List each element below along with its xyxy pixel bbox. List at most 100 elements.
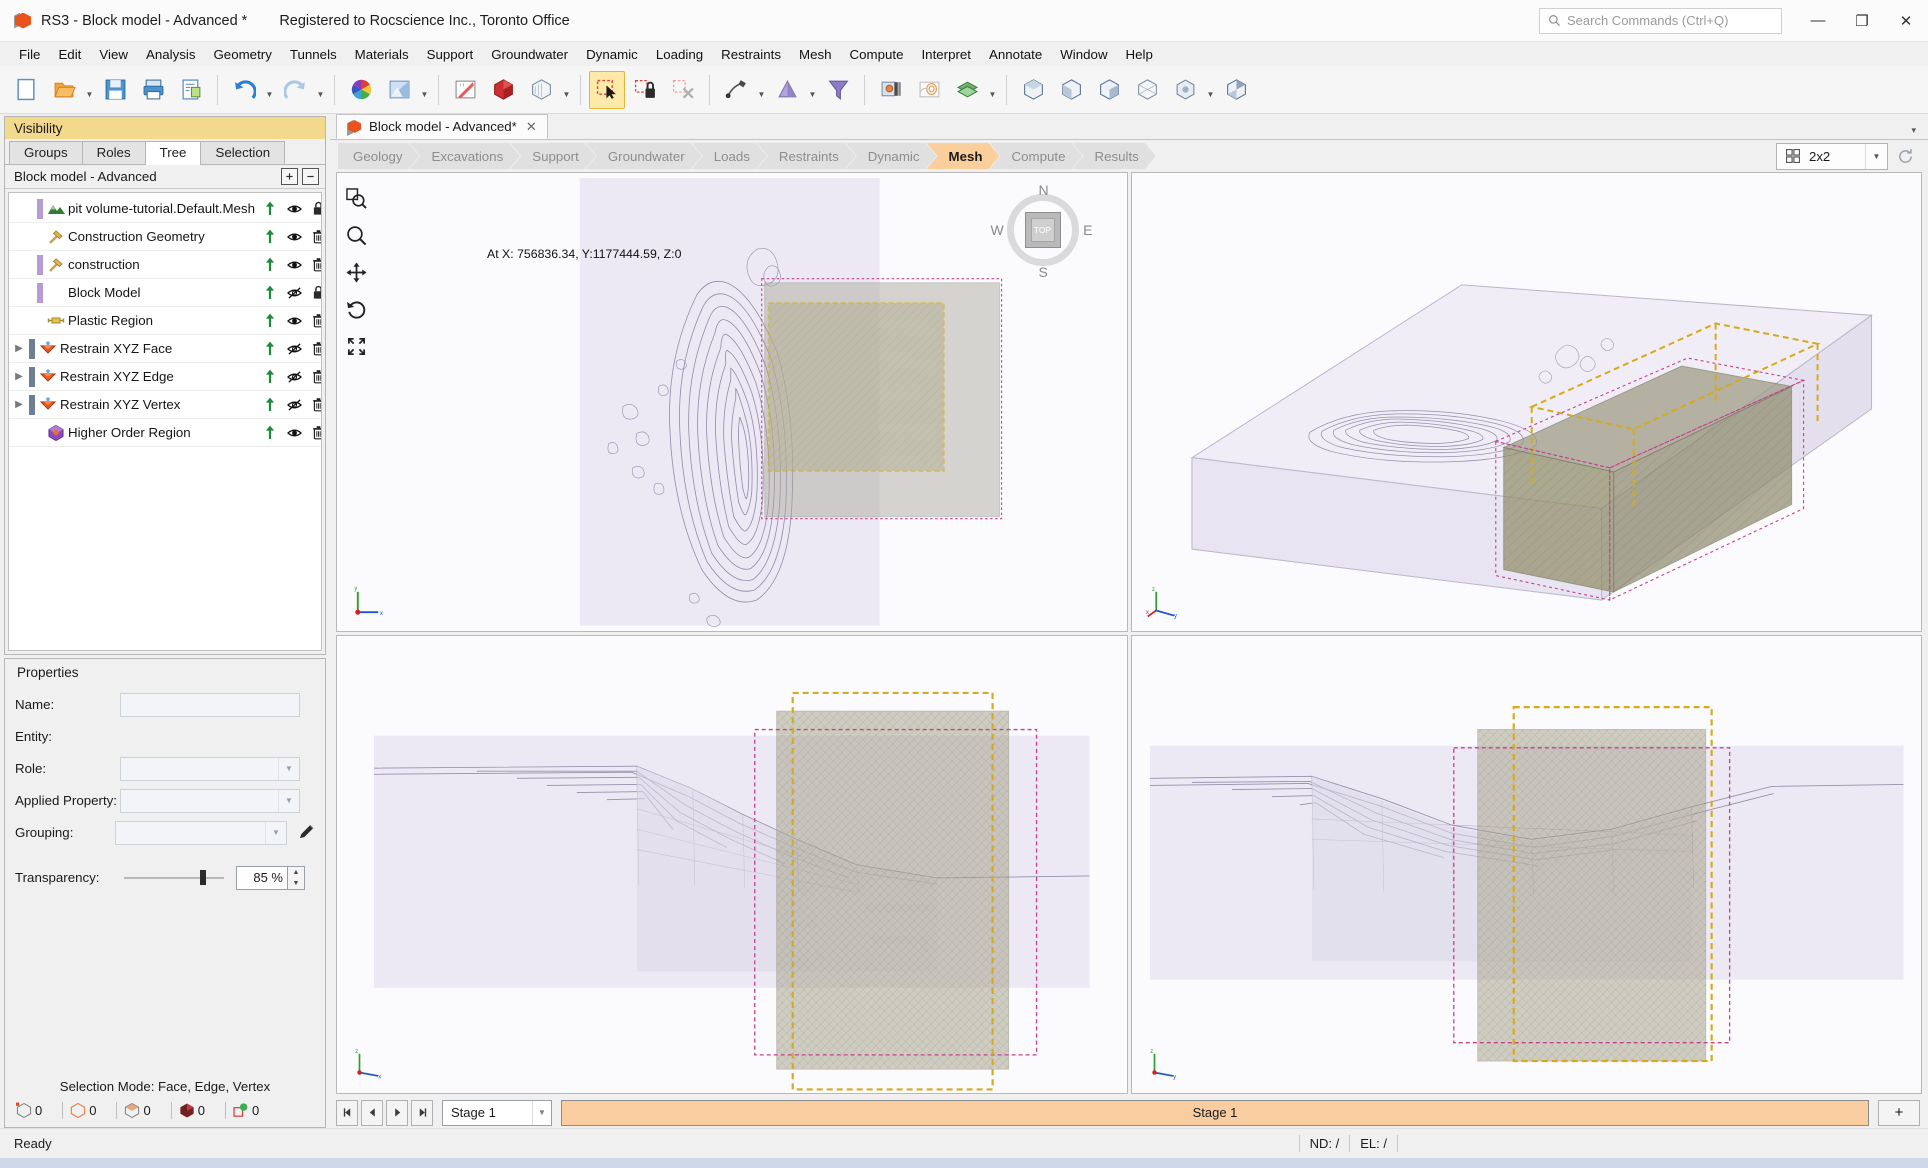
role-combo[interactable]: ▼ — [120, 756, 300, 781]
lock-selection-button[interactable] — [627, 71, 663, 109]
menu-item-geometry[interactable]: Geometry — [204, 45, 280, 64]
move-up-icon[interactable] — [263, 369, 278, 385]
liner-button[interactable] — [769, 71, 805, 109]
move-up-icon[interactable] — [263, 201, 278, 217]
add-stage-button[interactable]: + — [1878, 1099, 1920, 1126]
layout-selector[interactable]: 2x2 ▼ — [1776, 142, 1888, 170]
expand-all-button[interactable] — [281, 168, 298, 185]
dropdown-caret-icon[interactable]: ▼ — [264, 71, 275, 109]
close-tab-icon[interactable]: ✕ — [526, 119, 537, 135]
search-input[interactable]: Search Commands (Ctrl+Q) — [1539, 7, 1782, 34]
dropdown-caret-icon[interactable]: ▼ — [561, 71, 572, 109]
move-up-icon[interactable] — [263, 257, 278, 273]
edge-counter[interactable]: 0 — [56, 1101, 110, 1119]
measure-button[interactable] — [447, 71, 483, 109]
dropdown-caret-icon[interactable]: ▼ — [419, 71, 430, 109]
mesh-cube-f-button[interactable] — [1218, 71, 1254, 109]
move-up-icon[interactable] — [263, 425, 278, 441]
select-all-button[interactable] — [589, 70, 625, 109]
viewport-side[interactable]: z y — [1130, 634, 1922, 1094]
stage-track[interactable]: Stage 1 — [561, 1099, 1869, 1126]
previous-stage-button[interactable] — [361, 1099, 383, 1126]
stage-combo-dropdown-icon[interactable]: ▼ — [532, 1100, 551, 1125]
visibility-off-icon[interactable] — [286, 285, 302, 301]
viewport-top[interactable]: At X: 756836.34, Y:1177444.59, Z:0 TOP N… — [336, 172, 1128, 632]
save-button[interactable] — [97, 71, 133, 109]
visibility-tab-selection[interactable]: Selection — [200, 141, 286, 164]
last-stage-button[interactable] — [411, 1099, 433, 1126]
workflow-step-restraints[interactable]: Restraints — [757, 143, 856, 169]
stage-combo[interactable]: Stage 1 ▼ — [442, 1099, 552, 1126]
name-field[interactable] — [120, 692, 300, 717]
visibility-on-icon[interactable] — [286, 229, 302, 245]
slider-thumb[interactable] — [200, 870, 206, 885]
delete-icon[interactable] — [311, 425, 321, 441]
tree-item[interactable]: Plastic Region — [9, 307, 321, 335]
menu-item-file[interactable]: File — [10, 45, 49, 64]
stepper-up-icon[interactable]: ▲ — [288, 866, 304, 878]
document-tab[interactable]: Block model - Advanced* ✕ — [336, 114, 548, 139]
dropdown-caret-icon[interactable]: ▼ — [756, 71, 767, 109]
report-button[interactable] — [173, 71, 209, 109]
delete-icon[interactable] — [311, 369, 321, 385]
menu-item-tunnels[interactable]: Tunnels — [281, 45, 346, 64]
material-zone-button[interactable] — [873, 71, 909, 109]
orientation-compass[interactable]: TOP N S E W — [991, 182, 1093, 280]
tabs-expander-icon[interactable]: ▾ — [1911, 125, 1916, 136]
layers-button[interactable] — [949, 71, 985, 109]
contour-button[interactable] — [911, 71, 947, 109]
zoom-window-tool[interactable] — [343, 185, 369, 211]
menu-item-annotate[interactable]: Annotate — [980, 45, 1051, 64]
new-file-button[interactable] — [8, 71, 44, 109]
expand-chevron-icon[interactable]: ▶ — [9, 343, 29, 354]
workflow-step-dynamic[interactable]: Dynamic — [846, 143, 937, 169]
move-up-icon[interactable] — [263, 313, 278, 329]
move-up-icon[interactable] — [263, 229, 278, 245]
mesh-cube-a-button[interactable] — [1015, 71, 1051, 109]
move-up-icon[interactable] — [263, 397, 278, 413]
tree-item[interactable]: ▶ Restrain XYZ Face — [9, 335, 321, 363]
combo-dropdown-icon[interactable]: ▼ — [278, 789, 299, 812]
transparency-stepper[interactable]: ▲ ▼ — [288, 865, 305, 890]
menu-item-mesh[interactable]: Mesh — [790, 45, 841, 64]
wireframe-button[interactable] — [523, 71, 559, 109]
tree-item[interactable]: pit volume-tutorial.Default.Mesh — [9, 195, 321, 223]
edit-grouping-button[interactable] — [298, 823, 315, 843]
face-counter[interactable]: 0 — [110, 1101, 164, 1119]
transparency-slider[interactable] — [124, 866, 224, 890]
visibility-on-icon[interactable] — [286, 257, 302, 273]
layout-dropdown-icon[interactable]: ▼ — [1865, 143, 1887, 169]
refresh-views-button[interactable] — [1892, 143, 1918, 170]
vertex-counter[interactable]: 0 — [9, 1102, 56, 1119]
menu-item-compute[interactable]: Compute — [841, 45, 913, 64]
move-up-icon[interactable] — [263, 285, 278, 301]
mesh-cube-e-button[interactable] — [1167, 71, 1203, 109]
menu-item-materials[interactable]: Materials — [346, 45, 418, 64]
expand-chevron-icon[interactable]: ▶ — [9, 399, 29, 410]
stepper-down-icon[interactable]: ▼ — [288, 877, 304, 889]
visibility-off-icon[interactable] — [286, 397, 302, 413]
node-counter[interactable]: 0 — [219, 1101, 273, 1119]
tree-item[interactable]: ▶ Restrain XYZ Vertex — [9, 391, 321, 419]
menu-item-edit[interactable]: Edit — [49, 45, 90, 64]
visibility-tab-roles[interactable]: Roles — [81, 141, 146, 164]
menu-item-restraints[interactable]: Restraints — [712, 45, 790, 64]
transparency-value[interactable]: 85 % — [236, 865, 288, 890]
menu-item-support[interactable]: Support — [418, 45, 483, 64]
color-wheel-button[interactable] — [343, 71, 379, 109]
delete-icon[interactable] — [311, 397, 321, 413]
zoom-extents-tool[interactable] — [343, 333, 369, 359]
solid-counter[interactable]: 0 — [165, 1101, 219, 1119]
menu-item-analysis[interactable]: Analysis — [137, 45, 205, 64]
print-button[interactable] — [135, 71, 171, 109]
compass-face[interactable]: TOP — [1024, 212, 1061, 248]
menu-item-interpret[interactable]: Interpret — [912, 45, 980, 64]
workflow-step-excavations[interactable]: Excavations — [410, 143, 521, 169]
menu-item-loading[interactable]: Loading — [647, 45, 712, 64]
delete-icon[interactable] — [311, 341, 321, 357]
workflow-step-mesh[interactable]: Mesh — [927, 143, 1000, 169]
delete-icon[interactable] — [311, 257, 321, 273]
redo-button[interactable] — [277, 71, 313, 109]
menu-item-help[interactable]: Help — [1117, 45, 1162, 64]
viewport-front[interactable]: z x — [336, 634, 1128, 1094]
